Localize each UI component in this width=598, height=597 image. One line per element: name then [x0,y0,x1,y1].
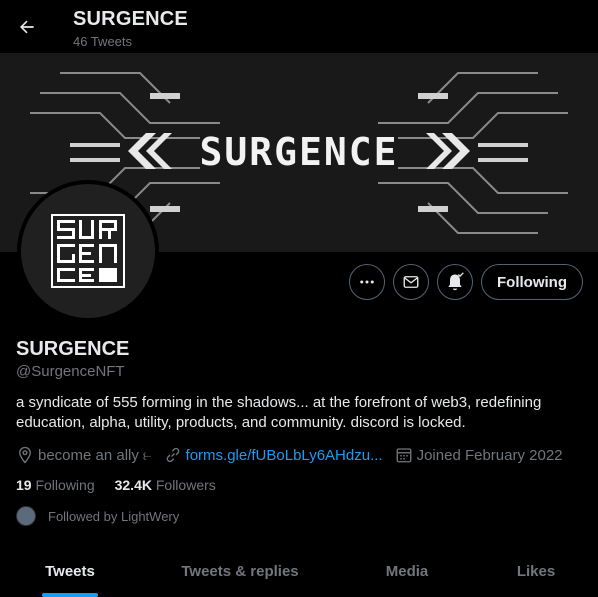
tab-label: Tweets & replies [181,562,299,580]
active-tab-indicator [42,593,98,597]
arrow-left-icon [20,20,34,34]
tab-media[interactable]: Media [340,545,474,597]
more-options-button[interactable] [349,264,385,300]
location-text: become an ally ⥼ [38,446,152,464]
profile-handle: @SurgenceNFT [16,363,125,380]
top-bar: SURGENCE 46 Tweets [0,0,598,53]
joined-text: Joined February 2022 [416,446,563,464]
notifications-button[interactable] [437,264,473,300]
tab-label: Media [385,562,429,580]
location-pin-icon [19,446,31,464]
tab-tweets-and-replies[interactable]: Tweets & replies [140,545,340,597]
calendar-icon [396,448,412,463]
followers-label: Followers [155,477,216,493]
link-icon [166,447,179,463]
tab-label: Likes [516,562,556,580]
surgence-logo-icon [51,214,125,288]
website-item[interactable]: forms.gle/fUBoLbLy6AHdzu... [164,446,383,464]
profile-tabs: Tweets Tweets & replies Media Likes [0,545,598,597]
follower-avatar [16,506,36,526]
followed-by-link[interactable]: Followed by LightWery [16,506,179,526]
followers-count: 32.4K [114,477,152,493]
message-button[interactable] [393,264,429,300]
joined-item: Joined February 2022 [395,446,563,464]
following-count-link[interactable]: 19 Following [16,477,95,493]
location-item: become an ally ⥼ [16,446,152,464]
profile-bio: a syndicate of 555 forming in the shadow… [16,394,542,431]
followed-by-text: Followed by LightWery [48,508,180,524]
website-link[interactable]: forms.gle/fUBoLbLy6AHdzu... [186,447,383,464]
mail-icon [403,276,419,288]
page-title: SURGENCE [73,8,188,30]
bell-check-icon [448,272,464,291]
profile-name: SURGENCE [16,338,130,360]
more-icon [360,280,374,284]
following-count: 19 [16,477,32,493]
profile-meta: become an ally ⥼ forms.gle/fUBoLbLy6AHdz… [16,444,575,466]
tab-likes[interactable]: Likes [474,545,598,597]
banner-wordmark: SURGENCE [199,130,398,174]
follow-stats: 19 Following 32.4K Followers [16,477,236,493]
back-button[interactable] [10,10,44,44]
tab-tweets[interactable]: Tweets [0,545,140,597]
tab-label: Tweets [45,562,95,580]
profile-avatar[interactable] [17,180,159,322]
following-label: Following [35,477,95,493]
followers-count-link[interactable]: 32.4K Followers [115,477,216,493]
tweet-count: 46 Tweets [73,34,133,49]
following-button[interactable]: Following [481,264,583,300]
